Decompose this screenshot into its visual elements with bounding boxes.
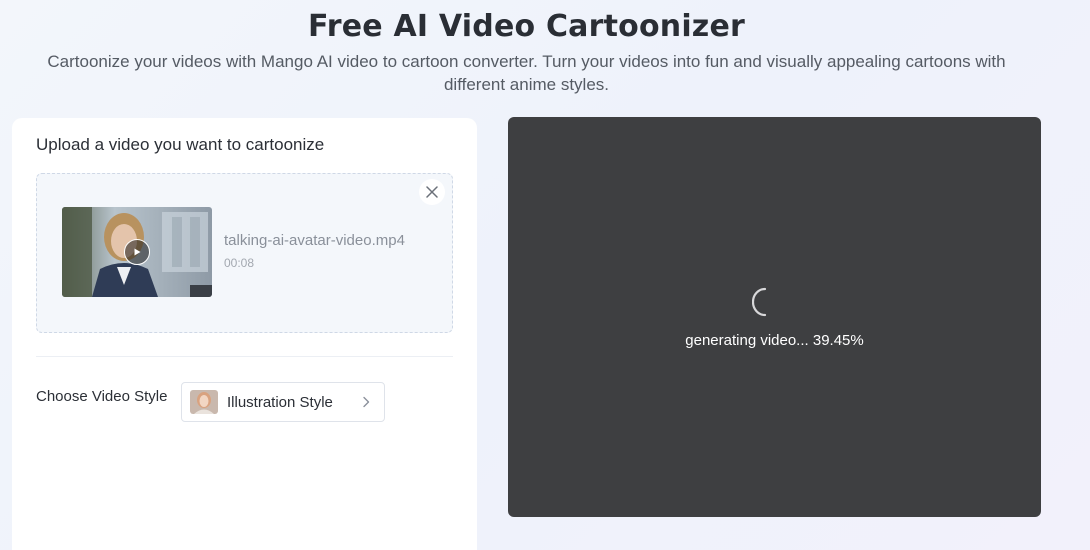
- loading-spinner-icon: [752, 287, 767, 317]
- style-preview-thumbnail: [190, 390, 218, 414]
- video-dropzone[interactable]: talking-ai-avatar-video.mp4 00:08: [36, 173, 453, 333]
- video-duration: 00:08: [224, 256, 255, 270]
- video-preview-panel: generating video... 39.45%: [508, 117, 1041, 517]
- divider: [36, 356, 453, 357]
- generation-status: generating video... 39.45%: [685, 332, 864, 349]
- video-style-label: Choose Video Style: [36, 388, 168, 405]
- play-icon: [134, 248, 141, 256]
- upload-title: Upload a video you want to cartoonize: [36, 135, 325, 154]
- chevron-right-icon: [362, 396, 370, 408]
- play-button[interactable]: [124, 239, 150, 265]
- video-style-selector[interactable]: Illustration Style: [181, 382, 385, 422]
- page-subtitle: Cartoonize your videos with Mango AI vid…: [47, 52, 1006, 94]
- close-icon: [426, 186, 438, 198]
- remove-video-button[interactable]: [419, 179, 445, 205]
- video-file-name: talking-ai-avatar-video.mp4: [224, 232, 405, 249]
- upload-panel: Upload a video you want to cartoonize ta…: [12, 118, 477, 550]
- video-thumbnail[interactable]: [62, 207, 212, 297]
- selected-style-label: Illustration Style: [227, 393, 333, 411]
- page-title: Free AI Video Cartoonizer: [307, 9, 746, 44]
